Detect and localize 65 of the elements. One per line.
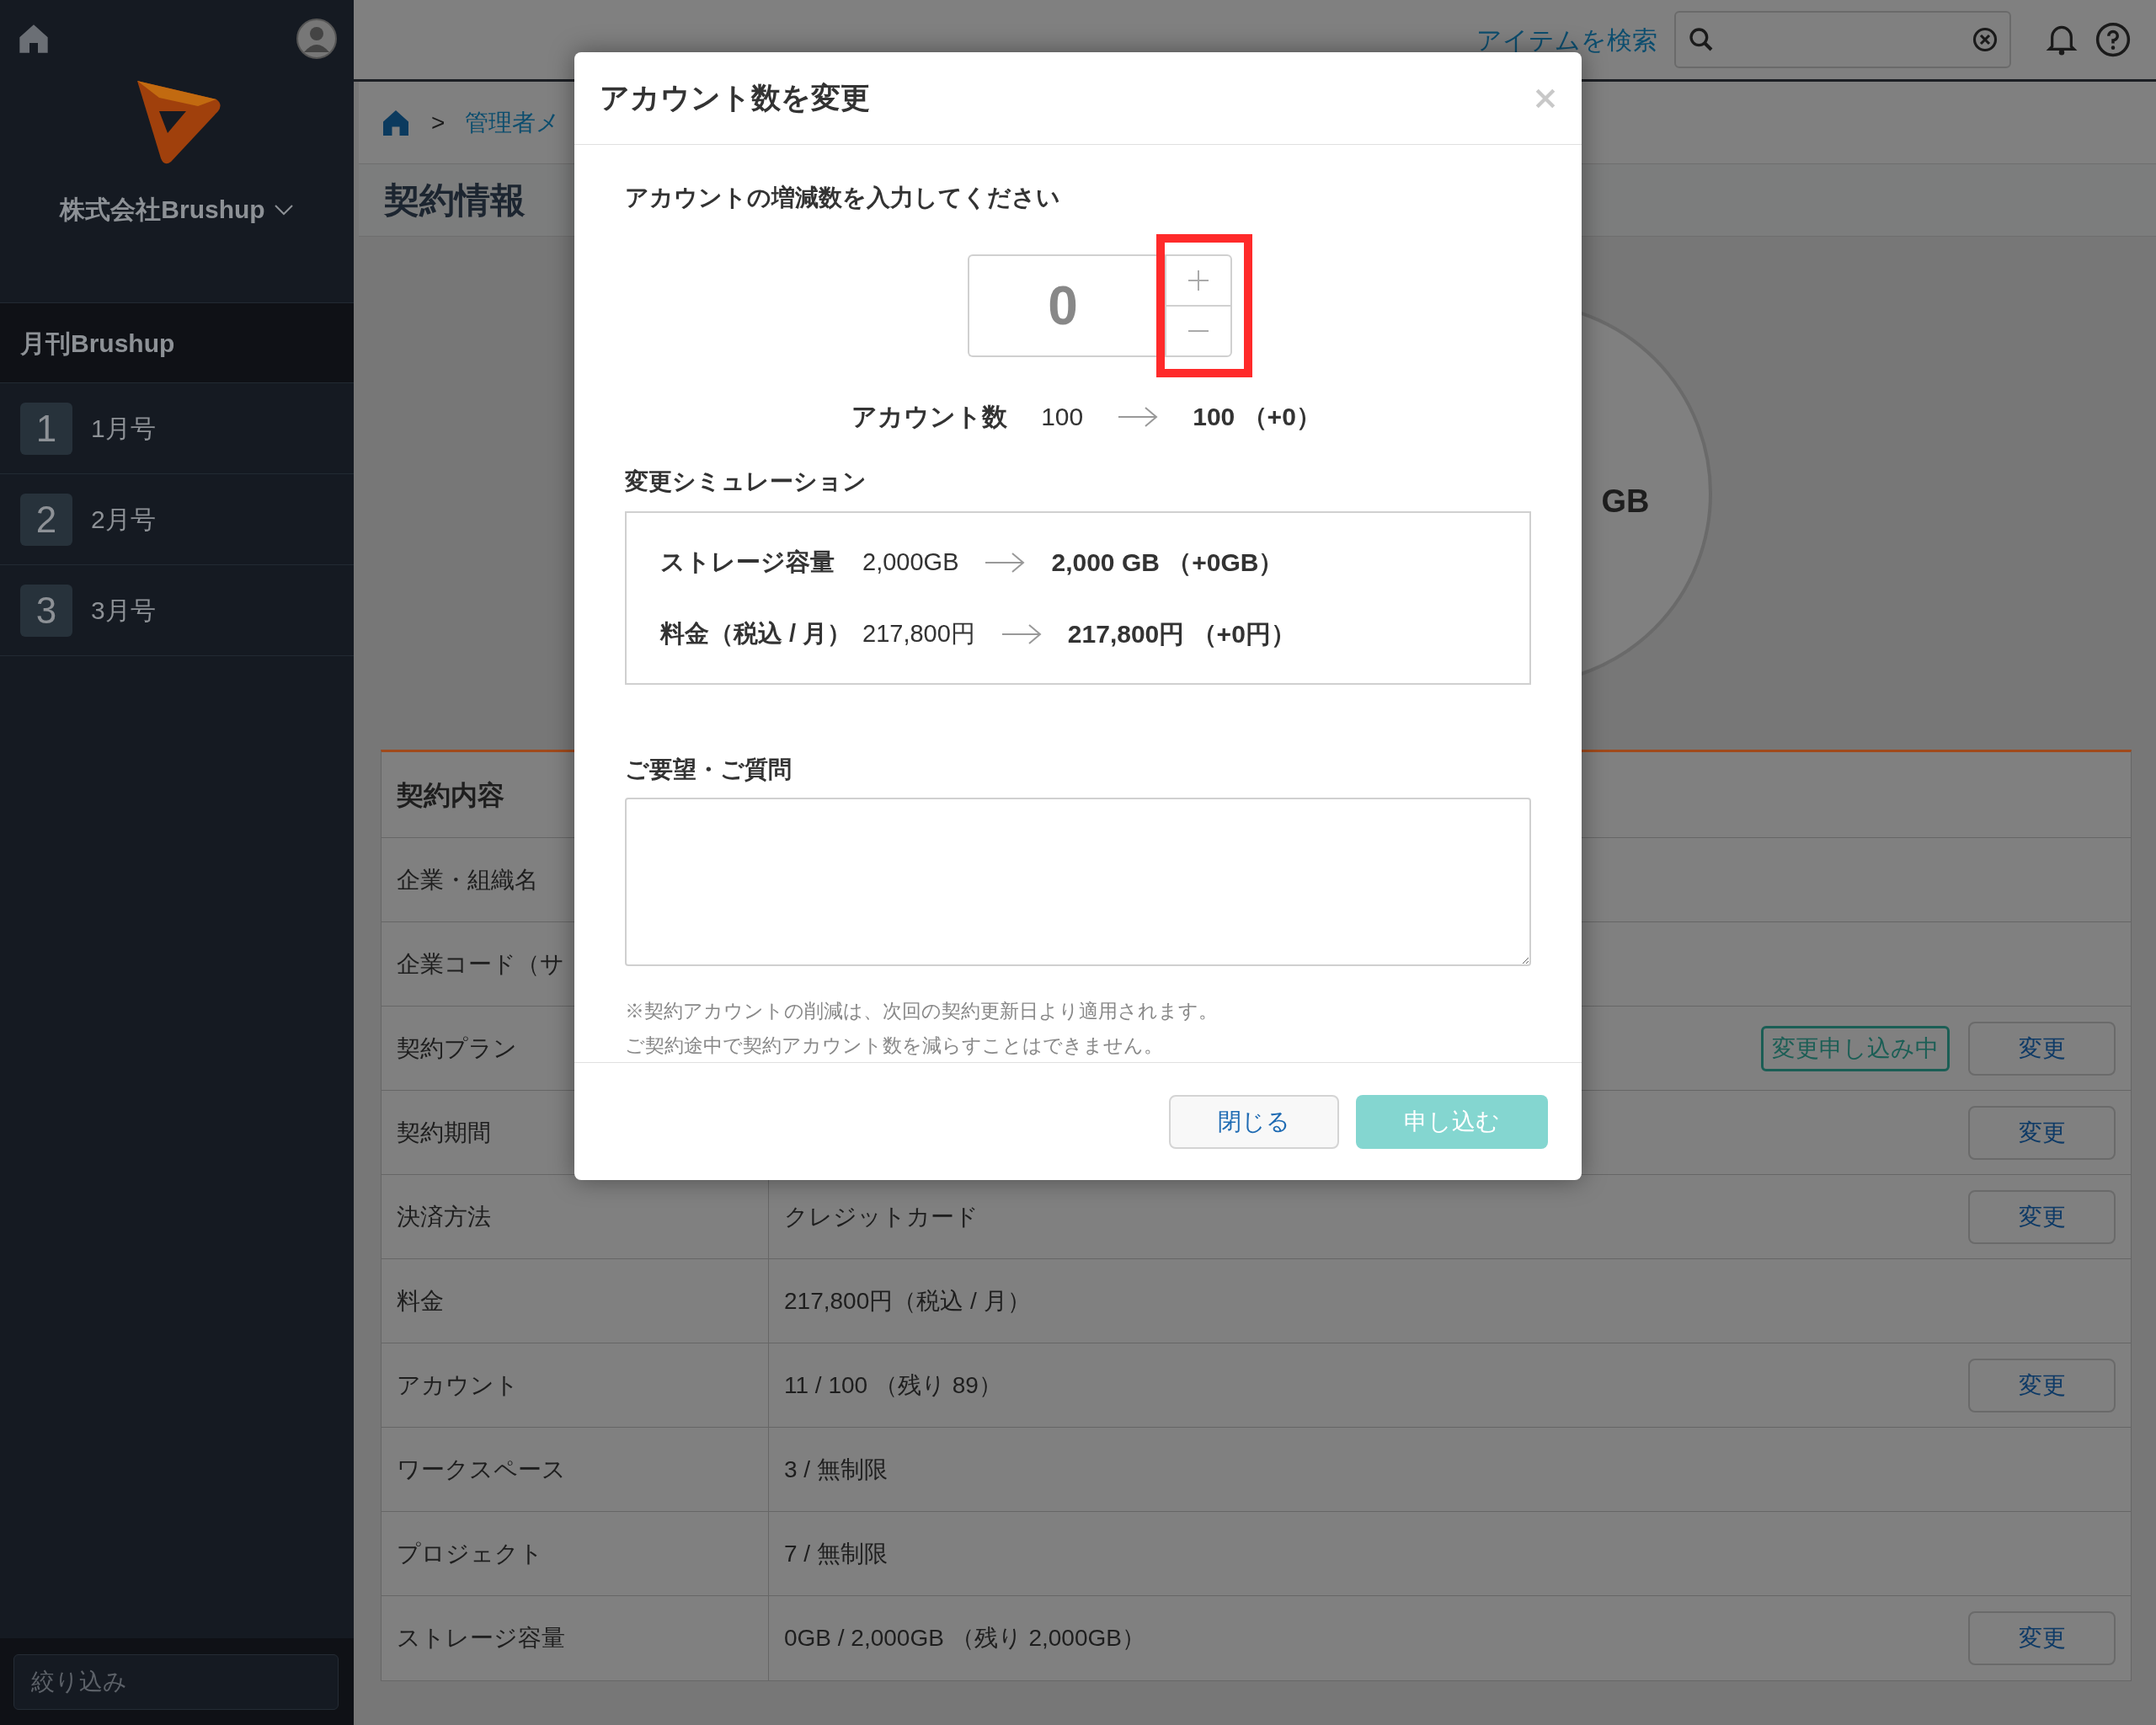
simulation-title: 変更シミュレーション [625,467,867,496]
number-badge: 3 [20,584,72,637]
gauge-unit: GB [1601,483,1650,521]
row-label: 契約期間 [397,1118,491,1147]
row-value: 0GB / 2,000GB （残り 2,000GB） [784,1624,1145,1653]
note-text: ご契約途中で契約アカウント数を減らすことはできません。 [625,1033,1164,1058]
row-value: 3 / 無制限 [784,1455,888,1484]
row-label: 企業・組織名 [397,865,538,895]
row-label: 決済方法 [397,1202,491,1231]
row-value: 217,800円（税込 / 月） [784,1286,1031,1316]
change-button[interactable]: 変更 [1968,1189,2116,1244]
avatar-icon[interactable] [296,19,337,59]
sidebar-item[interactable]: 2 2月号 [0,474,354,565]
row-value: クレジットカード [784,1202,979,1231]
account-from: 100 [1041,402,1084,432]
number-field[interactable]: 0 [968,254,1156,357]
row-label: アカウント [397,1370,519,1400]
simulation-label: ストレージ容量 [660,547,835,577]
row-label: プロジェクト [397,1539,543,1568]
account-to: 100 （+0） [1193,402,1321,432]
dialog-title: アカウント数を変更 [600,80,870,116]
issue-label: 1月号 [91,414,156,444]
change-button[interactable]: 変更 [1968,1021,2116,1076]
minus-icon [1187,329,1210,333]
issue-label: 2月号 [91,505,156,535]
clear-icon[interactable] [1972,27,1998,52]
request-label: ご要望・ご質問 [625,756,792,784]
row-label: ワークスペース [397,1455,566,1484]
row-label: 契約プラン [397,1033,517,1063]
sidebar-item[interactable]: 1 1月号 [0,383,354,474]
row-label: 料金 [397,1286,444,1316]
row-value: 7 / 無制限 [784,1539,888,1568]
row-label: ストレージ容量 [397,1624,565,1653]
simulation-label: 料金（税込 / 月） [660,618,837,649]
simulation-from: 217,800円 [862,618,975,649]
account-label: アカウント数 [851,402,1008,432]
chevron-down-icon[interactable] [273,203,294,216]
search-icon [1688,26,1715,53]
issue-label: 3月号 [91,595,156,626]
company-name[interactable]: 株式会社Brushup [60,190,265,228]
prompt-text: アカウントの増減数を入力してください [625,184,1061,212]
filter-field[interactable]: 絞り込み [13,1653,339,1710]
section-header: 月刊Brushup [0,303,354,383]
section-title: 契約内容 [397,778,504,812]
sidebar-item[interactable]: 3 3月号 [0,565,354,656]
simulation-to: 217,800円 （+0円） [1067,619,1296,649]
plus-icon [1187,269,1210,292]
number-badge: 1 [20,402,72,455]
row-label: 企業コード（サ [397,949,564,979]
change-button[interactable]: 変更 [1968,1611,2116,1665]
simulation-to: 2,000 GB （+0GB） [1051,547,1284,578]
close-button[interactable]: 閉じる [1169,1094,1339,1149]
number-badge: 2 [20,493,72,546]
page-title: 契約情報 [384,179,526,222]
note-text: ※契約アカウントの削減は、次回の契約更新日より適用されます。 [625,999,1219,1023]
row-value: 11 / 100 （残り 89） [784,1370,1002,1400]
change-button[interactable]: 変更 [1968,1105,2116,1160]
breadcrumb-link[interactable]: 管理者メ [465,104,561,141]
breadcrumb-separator: > [431,108,446,137]
request-field[interactable] [625,798,1531,966]
status-badge: 変更申し込み中 [1761,1025,1950,1071]
change-button[interactable]: 変更 [1968,1358,2116,1413]
search-field[interactable] [1674,11,2011,68]
help-icon[interactable] [2095,22,2131,57]
simulation-from: 2,000GB [862,547,959,577]
